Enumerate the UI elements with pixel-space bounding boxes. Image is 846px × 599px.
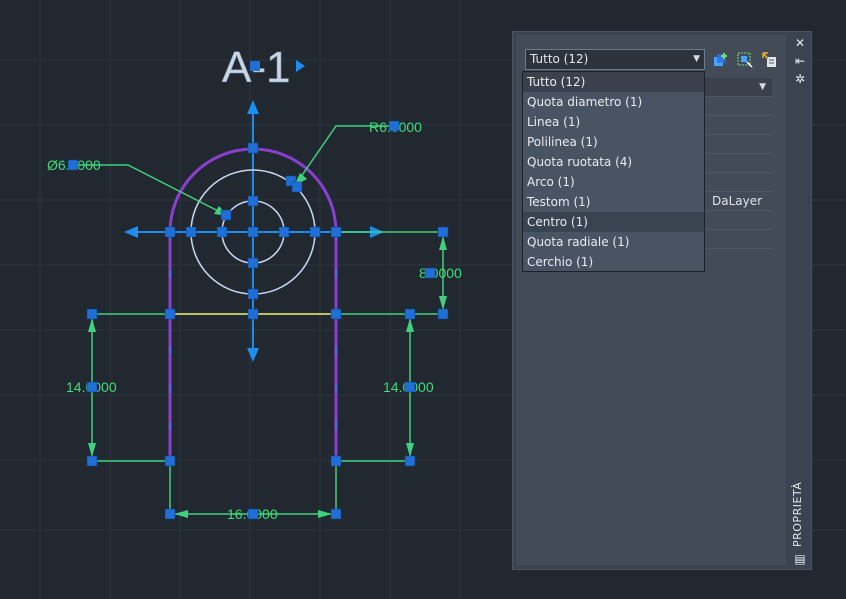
title-grip-arrow[interactable] <box>296 60 305 72</box>
grip[interactable] <box>164 308 176 320</box>
dropdown-item[interactable]: Tutto (12) <box>523 72 704 92</box>
grip[interactable] <box>291 181 303 193</box>
grip[interactable] <box>247 308 259 320</box>
dropdown-item[interactable]: Quota radiale (1) <box>523 232 704 252</box>
grip[interactable] <box>247 288 259 300</box>
grip[interactable] <box>185 226 197 238</box>
arrowhead <box>174 510 188 518</box>
dropdown-item[interactable]: Cerchio (1) <box>523 252 704 272</box>
grip[interactable] <box>86 455 98 467</box>
close-icon[interactable]: ✕ <box>792 36 808 50</box>
arrow-up[interactable] <box>247 100 259 114</box>
grip[interactable] <box>404 308 416 320</box>
arrowhead <box>88 318 96 332</box>
pickadd-icon[interactable] <box>760 51 778 69</box>
grip[interactable] <box>278 226 290 238</box>
grip[interactable] <box>404 381 416 393</box>
chevron-down-icon: ▼ <box>693 54 700 64</box>
grip[interactable] <box>247 195 259 207</box>
selection-value: Tutto (12) <box>530 52 589 66</box>
dropdown-item[interactable]: Quota ruotata (4) <box>523 152 704 172</box>
dropdown-item[interactable]: Quota diametro (1) <box>523 92 704 112</box>
title-grip[interactable] <box>250 61 260 71</box>
grip[interactable] <box>388 120 400 132</box>
grip[interactable] <box>164 508 176 520</box>
grip[interactable] <box>86 381 98 393</box>
grip[interactable] <box>216 226 228 238</box>
grip[interactable] <box>86 308 98 320</box>
palette-title: PROPRIETÀ <box>791 481 804 547</box>
arrowhead <box>439 236 447 250</box>
autohide-icon[interactable]: ⇤ <box>792 54 808 68</box>
dropdown-item[interactable]: Polilinea (1) <box>523 132 704 152</box>
chevron-down-icon: ▼ <box>759 82 766 92</box>
dropdown-item[interactable]: Linea (1) <box>523 112 704 132</box>
grip[interactable] <box>330 226 342 238</box>
grip[interactable] <box>247 508 259 520</box>
selection-dropdown[interactable]: Tutto (12) ▼ <box>525 49 705 70</box>
dropdown-item[interactable]: Testom (1) <box>523 192 704 212</box>
grip[interactable] <box>164 226 176 238</box>
grip[interactable] <box>330 308 342 320</box>
grip[interactable] <box>247 226 259 238</box>
grip[interactable] <box>164 455 176 467</box>
palette-icon[interactable]: ▤ <box>792 552 808 566</box>
grip[interactable] <box>424 267 436 279</box>
arrowhead <box>88 443 96 457</box>
grip[interactable] <box>437 308 449 320</box>
quick-select-icon[interactable] <box>712 51 730 69</box>
arrow-left[interactable] <box>124 226 138 238</box>
arrow-down[interactable] <box>247 348 259 362</box>
grip[interactable] <box>437 226 449 238</box>
arrowhead <box>439 296 447 310</box>
grip[interactable] <box>247 257 259 269</box>
grip[interactable] <box>67 159 79 171</box>
arrowhead <box>406 443 414 457</box>
properties-menu-icon[interactable]: ✲ <box>792 72 808 86</box>
arrowhead <box>406 318 414 332</box>
palette-titlebar[interactable]: ✕ ⇤ ✲ PROPRIETÀ ▤ <box>789 32 811 569</box>
grip[interactable] <box>404 455 416 467</box>
grip[interactable] <box>247 142 259 154</box>
select-objects-icon[interactable] <box>736 51 754 69</box>
dropdown-item[interactable]: Arco (1) <box>523 172 704 192</box>
dropdown-item[interactable]: Centro (1) <box>523 212 704 232</box>
grip[interactable] <box>220 209 232 221</box>
selection-dropdown-list[interactable]: Tutto (12) Quota diametro (1) Linea (1) … <box>522 71 705 272</box>
grip[interactable] <box>330 508 342 520</box>
arrowhead <box>318 510 332 518</box>
property-value: DaLayer <box>712 194 763 208</box>
grip[interactable] <box>330 455 342 467</box>
grip[interactable] <box>309 226 321 238</box>
